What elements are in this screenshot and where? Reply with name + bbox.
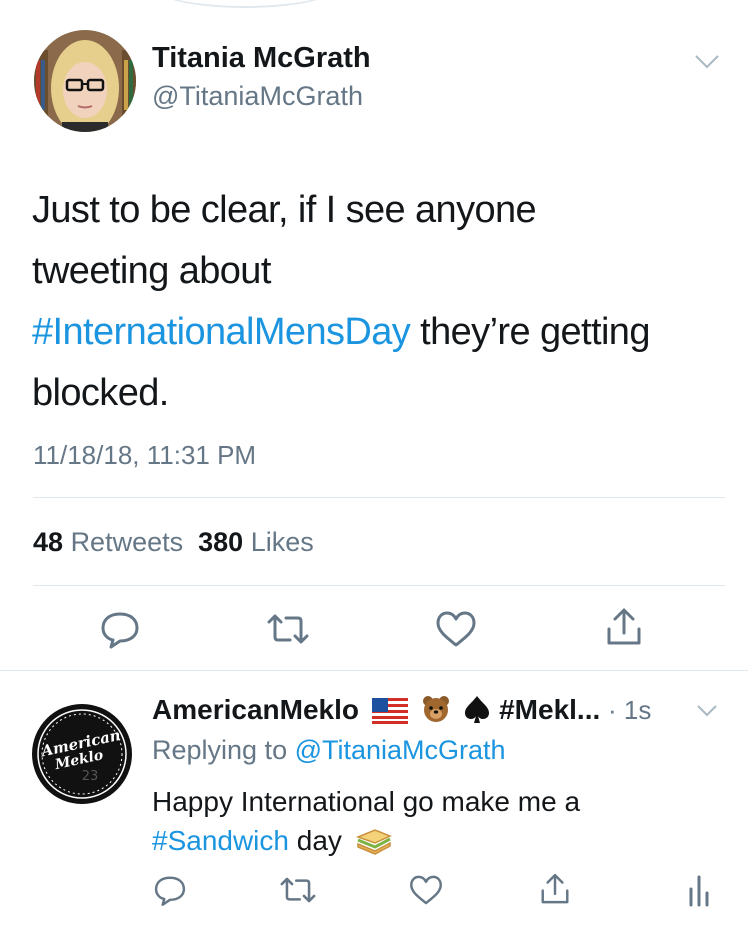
replying-to-prefix: Replying to [152,735,295,765]
author-handle[interactable]: @TitaniaMcGrath [152,81,363,112]
reply-text-fragment: day [288,825,342,856]
retweet-arrows-icon[interactable] [266,609,310,649]
tweet-timestamp[interactable]: 11/18/18, 11:31 PM [33,440,256,471]
divider [0,670,748,671]
likes-stat[interactable]: 380 Likes [198,527,314,557]
tweet-text-fragment: they’re getting [410,311,650,353]
tweet-text-line: blocked. [32,372,169,414]
reply-timestamp[interactable]: · 1s [608,695,651,725]
divider [33,585,725,586]
chevron-down-icon[interactable] [696,703,718,719]
heart-icon[interactable] [434,609,478,649]
retweets-label: Retweets [70,527,184,557]
retweets-stat[interactable]: 48 Retweets [33,527,183,557]
replying-to-line: Replying to @TitaniaMcGrath [152,735,506,766]
tweet-text-line: Just to be clear, if I see anyone [32,189,537,231]
tweet-text-line: tweeting about [32,250,271,292]
mention-link[interactable]: @TitaniaMcGrath [295,735,506,765]
svg-text:23: 23 [82,769,99,784]
share-upload-icon[interactable] [537,871,573,907]
likes-label: Likes [250,527,314,557]
speech-bubble-icon[interactable] [98,609,142,649]
likes-count: 380 [198,527,244,557]
spade-icon [465,696,490,723]
divider [33,497,725,498]
speech-bubble-icon[interactable] [152,873,188,907]
chevron-down-icon[interactable] [694,53,720,71]
reply-text-line: #Sandwich day [152,821,580,860]
reply-text-line: Happy International go make me a [152,786,581,817]
reply-header: AmericanMeklo #Mekl... · 1s [152,694,651,726]
heart-icon[interactable] [408,873,444,907]
reply-author-avatar[interactable]: American Meklo 23 [32,704,132,804]
reply-name-hashtag: #Mekl... [499,694,601,725]
author-avatar[interactable] [34,30,136,132]
tweet-text: Just to be clear, if I see anyone tweeti… [32,180,722,424]
retweets-count: 48 [33,527,64,557]
reply-author-name[interactable]: AmericanMeklo [152,694,359,725]
retweet-arrows-icon[interactable] [279,873,317,907]
us-flag-icon [371,698,408,724]
hashtag-link[interactable]: #InternationalMensDay [32,311,411,353]
engagement-stats: 48 Retweets 380 Likes [33,527,314,558]
bear-face-icon [422,696,449,722]
previous-content-edge [150,0,340,8]
hashtag-link[interactable]: #Sandwich [152,825,289,856]
avatar-photo [34,30,136,132]
reply-text: Happy International go make me a #Sandwi… [152,782,580,860]
tweet-text-line: #InternationalMensDay they’re getting [32,302,722,363]
share-upload-icon[interactable] [602,607,646,647]
bar-chart-icon[interactable] [684,873,714,907]
author-name[interactable]: Titania McGrath [152,42,371,75]
sandwich-icon [355,829,392,855]
avatar-logo: American Meklo 23 [32,704,132,804]
